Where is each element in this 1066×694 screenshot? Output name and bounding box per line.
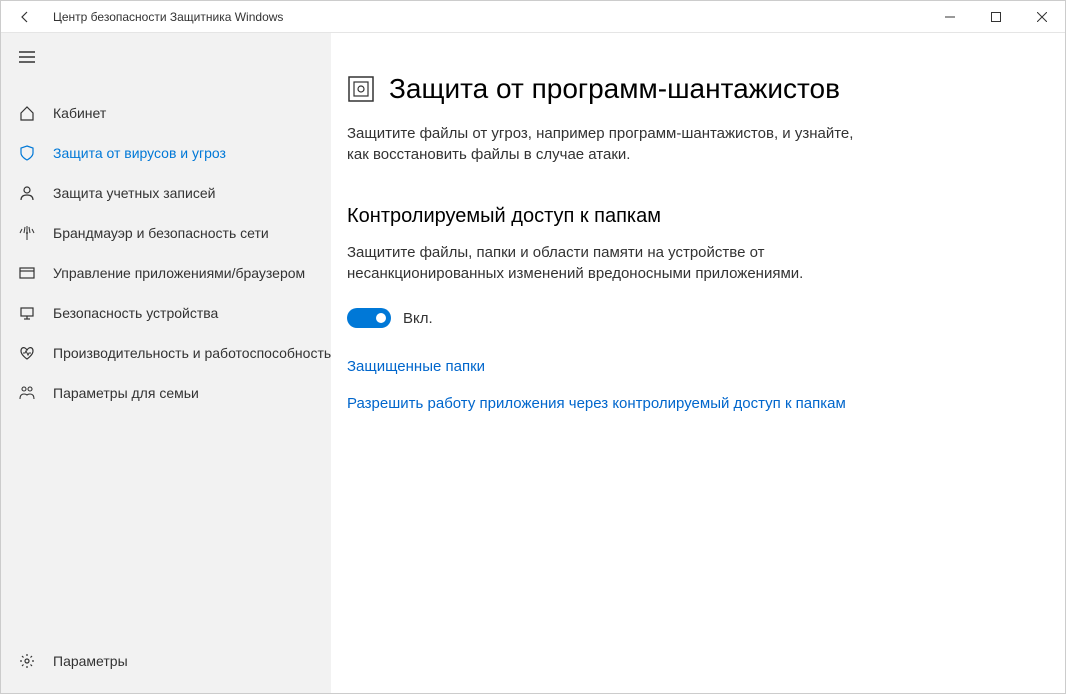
sidebar-item-account[interactable]: Защита учетных записей — [1, 173, 331, 213]
device-icon — [19, 305, 43, 321]
family-icon — [19, 385, 43, 401]
minimize-button[interactable] — [927, 1, 973, 33]
page-title: Защита от программ-шантажистов — [389, 73, 840, 105]
section-description: Защитите файлы, папки и области памяти н… — [347, 242, 867, 284]
sidebar-item-label: Кабинет — [43, 105, 106, 121]
page-header: Защита от программ-шантажистов — [347, 73, 1025, 105]
sidebar-item-label: Защита от вирусов и угроз — [43, 145, 226, 161]
sidebar-item-firewall[interactable]: Брандмауэр и безопасность сети — [1, 213, 331, 253]
window-controls — [927, 1, 1065, 33]
sidebar-item-device[interactable]: Безопасность устройства — [1, 293, 331, 333]
heart-icon — [19, 345, 43, 361]
sidebar-item-family[interactable]: Параметры для семьи — [1, 373, 331, 413]
toggle-row: Вкл. — [347, 308, 1025, 328]
nav: Кабинет Защита от вирусов и угроз Защита… — [1, 81, 331, 641]
sidebar-item-settings[interactable]: Параметры — [1, 641, 331, 681]
page-description: Защитите файлы от угроз, например програ… — [347, 123, 867, 165]
sidebar-item-label: Параметры — [43, 653, 128, 669]
protected-folders-link[interactable]: Защищенные папки — [347, 356, 867, 379]
sidebar-bottom: Параметры — [1, 641, 331, 693]
sidebar-item-label: Управление приложениями/браузером — [43, 265, 305, 281]
maximize-button[interactable] — [973, 1, 1019, 33]
allow-app-link[interactable]: Разрешить работу приложения через контро… — [347, 393, 867, 416]
content: Кабинет Защита от вирусов и угроз Защита… — [1, 33, 1065, 693]
titlebar: Центр безопасности Защитника Windows — [1, 1, 1065, 33]
sidebar-item-app-browser[interactable]: Управление приложениями/браузером — [1, 253, 331, 293]
toggle-label: Вкл. — [403, 310, 433, 327]
main: Защита от программ-шантажистов Защитите … — [331, 33, 1065, 693]
sidebar: Кабинет Защита от вирусов и угроз Защита… — [1, 33, 331, 693]
account-icon — [19, 185, 43, 201]
sidebar-item-label: Брандмауэр и безопасность сети — [43, 225, 269, 241]
gear-icon — [19, 653, 43, 669]
section-title: Контролируемый доступ к папкам — [347, 205, 1025, 228]
home-icon — [19, 105, 43, 121]
shield-icon — [19, 145, 43, 161]
sidebar-item-label: Безопасность устройства — [43, 305, 218, 321]
ransomware-icon — [347, 75, 375, 103]
sidebar-item-label: Защита учетных записей — [43, 185, 215, 201]
sidebar-item-label: Производительность и работоспособность — [43, 345, 331, 361]
sidebar-item-label: Параметры для семьи — [43, 385, 199, 401]
app-icon — [19, 265, 43, 281]
close-button[interactable] — [1019, 1, 1065, 33]
hamburger-menu[interactable] — [1, 33, 331, 81]
sidebar-item-virus[interactable]: Защита от вирусов и угроз — [1, 133, 331, 173]
window-title: Центр безопасности Защитника Windows — [49, 10, 927, 24]
sidebar-item-home[interactable]: Кабинет — [1, 93, 331, 133]
network-icon — [19, 225, 43, 241]
controlled-folder-access-toggle[interactable] — [347, 308, 391, 328]
sidebar-item-performance[interactable]: Производительность и работоспособность — [1, 333, 331, 373]
back-button[interactable] — [1, 1, 49, 33]
